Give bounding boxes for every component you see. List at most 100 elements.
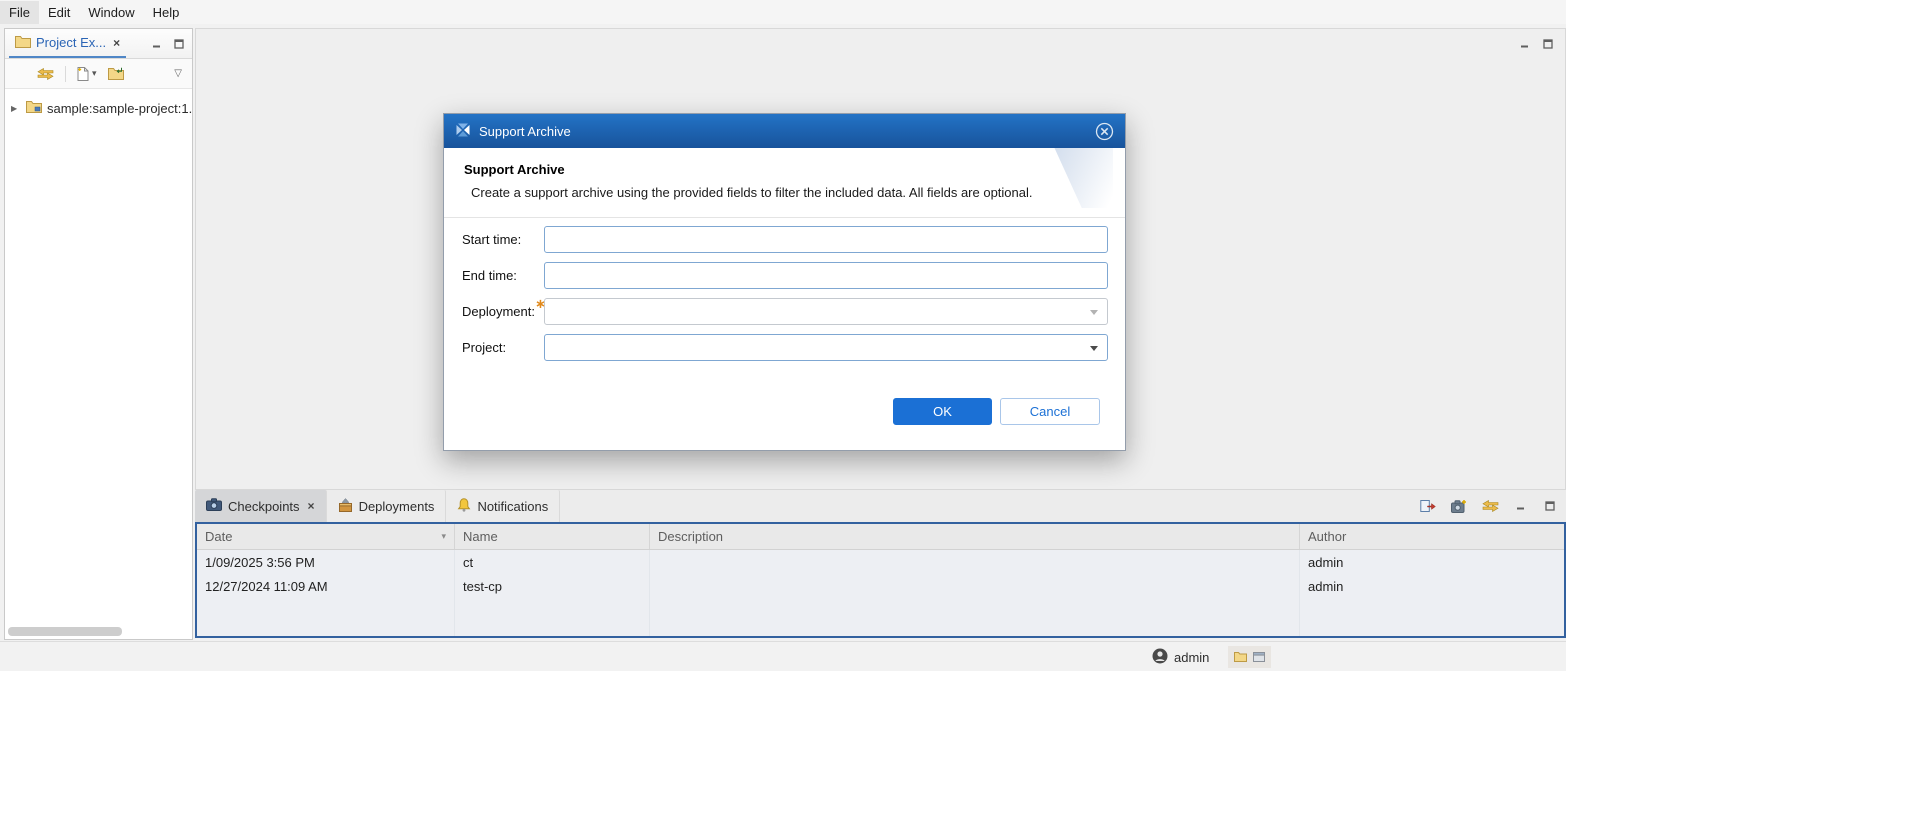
maximize-icon[interactable]	[1541, 37, 1555, 51]
default-perspective-icon[interactable]	[1253, 650, 1265, 665]
column-label: Description	[658, 529, 723, 544]
checkpoints-icon	[206, 498, 222, 514]
deployment-label: Deployment: ∗	[462, 304, 544, 319]
minimize-icon[interactable]	[150, 37, 164, 51]
cell-name: test-cp	[455, 574, 650, 598]
project-explorer-panel: Project Ex... × ▾	[4, 28, 193, 640]
chevron-down-icon[interactable]: ▾	[92, 68, 97, 79]
tree-item-label: sample:sample-project:1.0	[47, 101, 192, 116]
close-icon[interactable]: ×	[113, 36, 120, 50]
end-time-row: End time:	[462, 262, 1125, 289]
username: admin	[1174, 650, 1209, 665]
view-menu-icon[interactable]: ▽	[174, 68, 182, 79]
ok-button[interactable]: OK	[893, 398, 992, 425]
deployment-row: Deployment: ∗	[462, 298, 1125, 325]
user-icon	[1152, 648, 1168, 667]
menu-edit[interactable]: Edit	[39, 1, 79, 24]
table-empty-area	[197, 598, 1564, 636]
support-archive-dialog: Support Archive Support Archive Create a…	[443, 113, 1126, 451]
column-label: Author	[1308, 529, 1346, 544]
empty-cell	[197, 598, 455, 636]
dialog-titlebar[interactable]: Support Archive	[444, 114, 1125, 148]
project-explorer-icon	[15, 35, 31, 51]
perspective-toolbar	[1228, 646, 1271, 668]
notifications-icon	[457, 498, 471, 515]
cell-description	[650, 574, 1300, 598]
cell-description	[650, 550, 1300, 574]
export-checkpoint-icon[interactable]	[1420, 499, 1436, 513]
project-tree: ▶ sample:sample-project:1.0	[5, 89, 192, 118]
end-time-label: End time:	[462, 268, 544, 283]
dialog-form: Start time: End time: Deployment: ∗ Proj…	[444, 218, 1125, 361]
chevron-down-icon	[1090, 310, 1098, 315]
minimize-icon[interactable]	[1514, 499, 1528, 513]
empty-cell	[455, 598, 650, 636]
column-header-description[interactable]: Description	[650, 524, 1300, 549]
tab-label: Notifications	[477, 499, 548, 514]
chevron-down-icon	[1090, 346, 1098, 351]
project-combo[interactable]	[544, 334, 1108, 361]
new-artifact-icon[interactable]: ▾	[77, 67, 97, 81]
cell-date: 12/27/2024 11:09 AM	[197, 574, 455, 598]
maximize-icon[interactable]	[172, 37, 186, 51]
deployments-icon	[338, 498, 353, 515]
checkpoints-table: Date ▾ Name Description Author 1/09/2025…	[195, 522, 1566, 638]
create-checkpoint-icon[interactable]	[1451, 499, 1467, 513]
end-time-input[interactable]	[544, 262, 1108, 289]
workspace-perspective-icon[interactable]	[1234, 650, 1247, 665]
cancel-button[interactable]: Cancel	[1000, 398, 1100, 425]
cell-author: admin	[1300, 550, 1564, 574]
column-header-date[interactable]: Date ▾	[197, 524, 455, 549]
project-explorer-tab-bar: Project Ex... ×	[5, 29, 192, 59]
empty-cell	[650, 598, 1300, 636]
import-icon[interactable]	[108, 67, 124, 80]
label-text: Deployment:	[462, 304, 535, 319]
horizontal-scrollbar[interactable]	[8, 627, 122, 636]
tab-deployments[interactable]: Deployments	[327, 490, 447, 522]
maximize-icon[interactable]	[1543, 499, 1557, 513]
start-time-input[interactable]	[544, 226, 1108, 253]
editor-window-controls	[1518, 37, 1555, 51]
dialog-header-description: Create a support archive using the provi…	[471, 185, 1105, 200]
empty-cell	[1300, 598, 1564, 636]
bottom-panel: Checkpoints × Deployments Notifications	[195, 490, 1566, 638]
deployment-combo[interactable]	[544, 298, 1108, 325]
dialog-header: Support Archive Create a support archive…	[444, 148, 1125, 218]
project-label: Project:	[462, 340, 544, 355]
bottom-tab-bar: Checkpoints × Deployments Notifications	[195, 490, 1566, 522]
dialog-buttons: OK Cancel	[893, 398, 1100, 425]
logged-in-user[interactable]: admin	[1152, 642, 1209, 672]
column-label: Name	[463, 529, 498, 544]
cell-date: 1/09/2025 3:56 PM	[197, 550, 455, 574]
tree-item-sample-project[interactable]: ▶ sample:sample-project:1.0	[11, 98, 192, 118]
table-row[interactable]: 1/09/2025 3:56 PM ct admin	[197, 550, 1564, 574]
toolbar-separator	[65, 66, 66, 82]
menu-window[interactable]: Window	[79, 1, 143, 24]
tab-label: Deployments	[359, 499, 435, 514]
tab-project-explorer[interactable]: Project Ex... ×	[9, 29, 126, 58]
tab-notifications[interactable]: Notifications	[446, 490, 560, 522]
tab-label: Project Ex...	[36, 35, 106, 50]
expand-arrow-icon[interactable]: ▶	[11, 104, 21, 113]
panel-window-controls	[150, 37, 188, 51]
minimize-icon[interactable]	[1518, 37, 1532, 51]
start-time-row: Start time:	[462, 226, 1125, 253]
dialog-icon	[455, 122, 471, 141]
menu-file[interactable]: File	[0, 1, 39, 24]
tab-checkpoints[interactable]: Checkpoints ×	[195, 490, 327, 522]
menu-help[interactable]: Help	[144, 1, 189, 24]
table-row[interactable]: 12/27/2024 11:09 AM test-cp admin	[197, 574, 1564, 598]
tab-label: Checkpoints	[228, 499, 300, 514]
dialog-title: Support Archive	[479, 124, 571, 139]
column-header-name[interactable]: Name	[455, 524, 650, 549]
project-row: Project:	[462, 334, 1125, 361]
cell-name: ct	[455, 550, 650, 574]
link-with-editor-icon[interactable]	[1482, 500, 1499, 512]
close-icon[interactable]: ×	[308, 499, 315, 513]
bottom-panel-toolbar	[1420, 490, 1566, 522]
link-with-editor-icon[interactable]	[37, 68, 54, 80]
column-label: Date	[205, 529, 232, 544]
dialog-close-icon[interactable]	[1095, 122, 1114, 141]
status-bar: admin	[0, 641, 1566, 671]
column-header-author[interactable]: Author	[1300, 524, 1564, 549]
